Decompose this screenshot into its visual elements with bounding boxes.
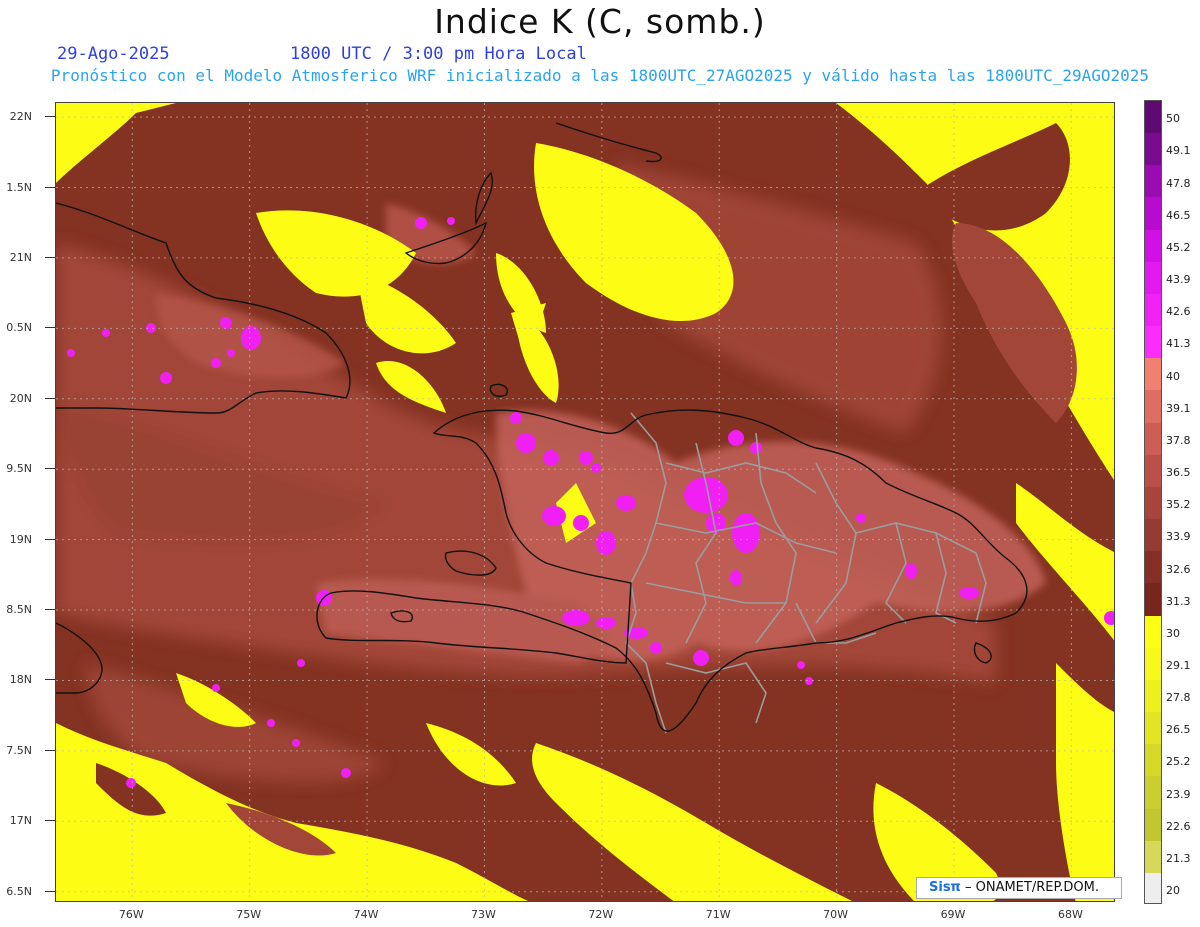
lon-tick-label: 75W [236,908,262,921]
forecast-date: 29-Ago-2025 [57,44,170,64]
colorbar-segment [1145,358,1161,391]
colorbar-segment [1145,454,1161,488]
sispi-logo: Sisπ [929,880,961,895]
colorbar-label: 20 [1166,884,1180,898]
lat-tick-label: 6.5N [6,884,32,898]
credit-box: Sisπ – ONAMET/REP.DOM. [916,877,1122,899]
lat-tick-label: 7.5N [6,743,32,757]
colorbar-label: 33.9 [1166,530,1191,544]
colorbar-label: 46.5 [1166,208,1191,222]
lon-tick-label: 71W [705,908,731,921]
lon-tick-label: 74W [353,908,379,921]
lat-tick-label: 18N [9,673,32,687]
colorbar-segment [1145,647,1161,681]
valid-time: 1800 UTC / 3:00 pm Hora Local [290,44,587,64]
colorbar-segment [1145,229,1161,263]
lon-tick-label: 70W [823,908,849,921]
colorbar-segment [1145,840,1161,874]
colorbar-segment [1145,486,1161,520]
lat-tick [45,749,55,751]
lat-tick-label: 17N [9,814,32,828]
colorbar-label: 40 [1166,369,1180,383]
colorbar-label: 37.8 [1166,433,1191,447]
colorbar-label: 27.8 [1166,691,1191,705]
colorbar-segment [1145,293,1161,327]
credit-text: – ONAMET/REP.DOM. [960,880,1099,895]
map-canvas [56,103,1114,901]
k-index-map [55,102,1115,902]
colorbar-segment [1145,712,1161,745]
lon-tick-label: 73W [471,908,496,921]
colorbar-label: 35.2 [1166,498,1191,512]
lat-tick [45,397,55,399]
colorbar-label: 32.6 [1166,562,1191,576]
colorbar-label: 29.1 [1166,659,1191,673]
colorbar-segment [1145,519,1161,552]
colorbar-segment [1145,583,1161,617]
colorbar-segment [1145,165,1161,198]
lat-tick [45,256,55,258]
colorbar-label: 30 [1166,626,1180,640]
colorbar-label: 26.5 [1166,723,1191,737]
colorbar-label: 42.6 [1166,305,1191,319]
colorbar-label: 41.3 [1166,337,1191,351]
lat-tick-label: 20N [9,391,32,405]
lat-tick [45,327,55,329]
lat-tick-label: 21N [9,250,32,264]
lat-tick [45,538,55,540]
colorbar-segment [1145,744,1161,777]
colorbar-label: 43.9 [1166,273,1191,287]
lat-tick-label: 19N [9,532,32,546]
colorbar-label: 45.2 [1166,240,1191,254]
lon-tick-label: 76W [118,908,144,921]
colorbar-segment [1145,551,1161,584]
lat-tick-label: 1.5N [6,180,32,194]
colorbar-label: 25.2 [1166,755,1191,769]
colorbar-segment [1145,197,1161,231]
colorbar-label: 23.9 [1166,787,1191,801]
lon-tick-label: 72W [588,908,614,921]
lat-tick [45,890,55,892]
colorbar-segment [1145,326,1161,359]
colorbar-segment [1145,390,1161,424]
colorbar-segment [1145,872,1161,903]
colorbar-label: 47.8 [1166,176,1191,190]
colorbar-label: 36.5 [1166,466,1191,480]
lat-tick-label: 8.5N [6,603,32,617]
colorbar-label: 50 [1166,112,1180,126]
colorbar-label: 21.3 [1166,851,1191,865]
colorbar-label: 39.1 [1166,401,1191,415]
colorbar-label: 31.3 [1166,594,1191,608]
colorbar [1144,100,1162,904]
colorbar-segment [1145,101,1161,134]
colorbar-segment [1145,615,1161,649]
lat-tick [45,186,55,188]
colorbar-segment [1145,261,1161,295]
lat-tick-label: 0.5N [6,321,32,335]
colorbar-segment [1145,776,1161,810]
lat-tick [45,468,55,470]
map-title: Indice K (C, somb.) [434,2,766,41]
lat-tick [45,679,55,681]
colorbar-segment [1145,808,1161,842]
lon-tick-label: 69W [940,908,966,921]
lat-tick-label: 22N [9,110,32,124]
lat-tick [45,820,55,822]
lat-tick [45,609,55,611]
colorbar-segment [1145,422,1161,456]
lat-tick-label: 9.5N [6,462,32,476]
colorbar-label: 22.6 [1166,819,1191,833]
colorbar-segment [1145,133,1161,166]
colorbar-label: 49.1 [1166,144,1191,158]
model-description: Pronóstico con el Modelo Atmosferico WRF… [50,66,1150,85]
lat-tick [45,116,55,118]
colorbar-segment [1145,679,1161,713]
lon-tick-label: 68W [1057,908,1083,921]
